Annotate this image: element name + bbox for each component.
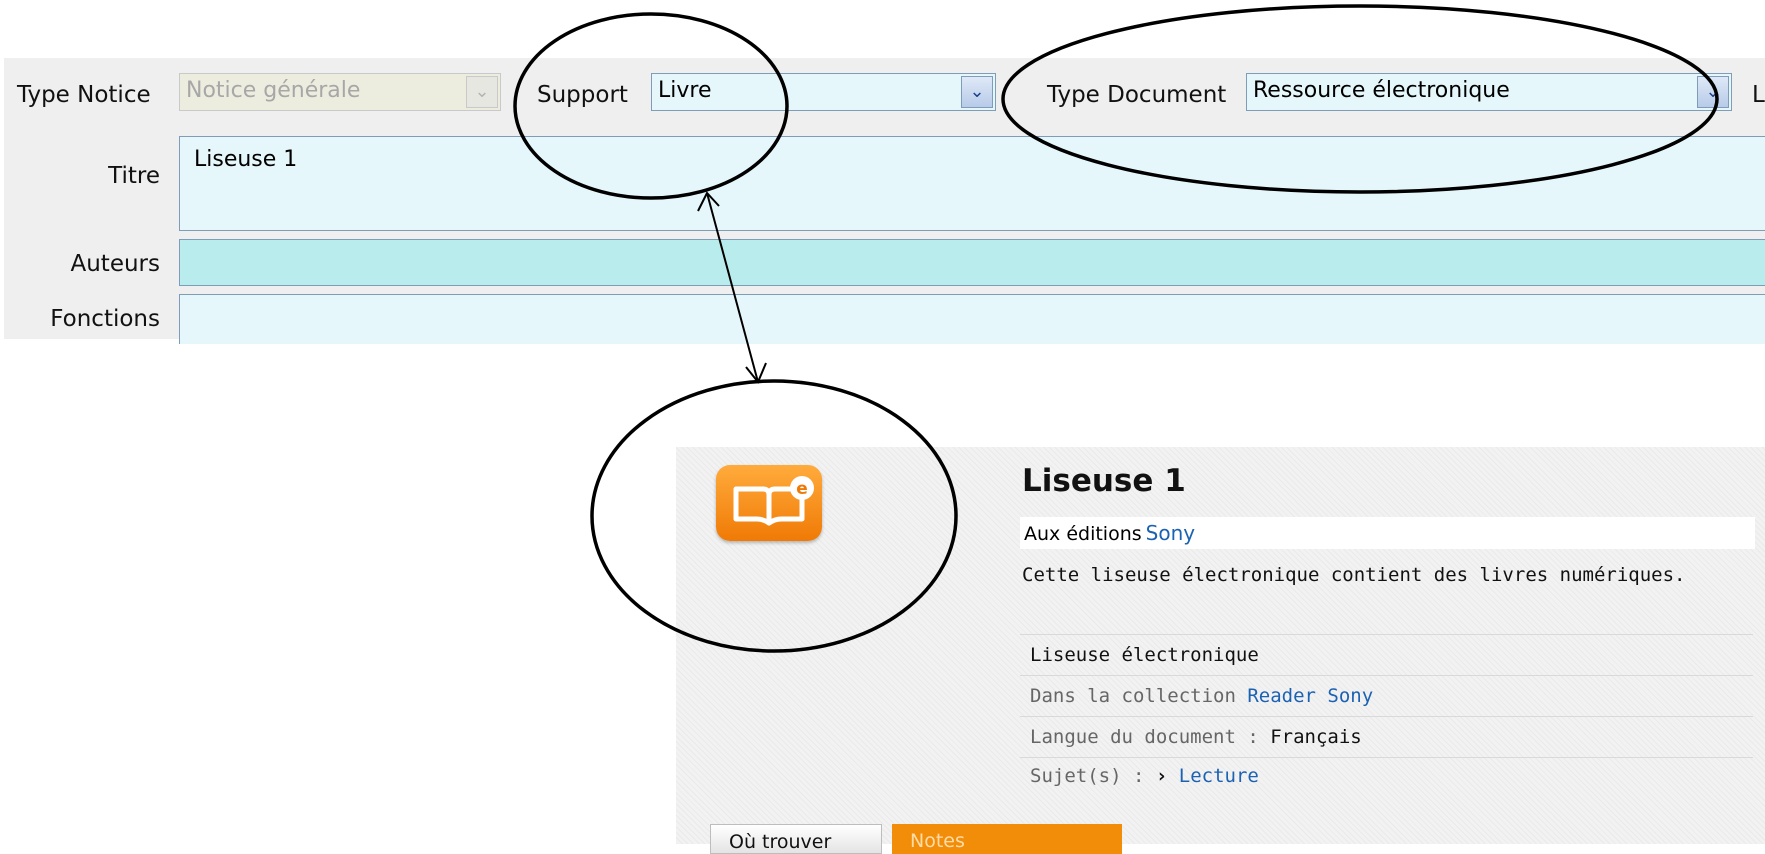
support-highlight-ellipse xyxy=(513,12,789,200)
type-document-highlight-ellipse xyxy=(1001,4,1719,194)
annotation-overlay xyxy=(513,4,1719,653)
icon-highlight-ellipse xyxy=(590,379,958,653)
connector-arrow xyxy=(706,192,759,383)
